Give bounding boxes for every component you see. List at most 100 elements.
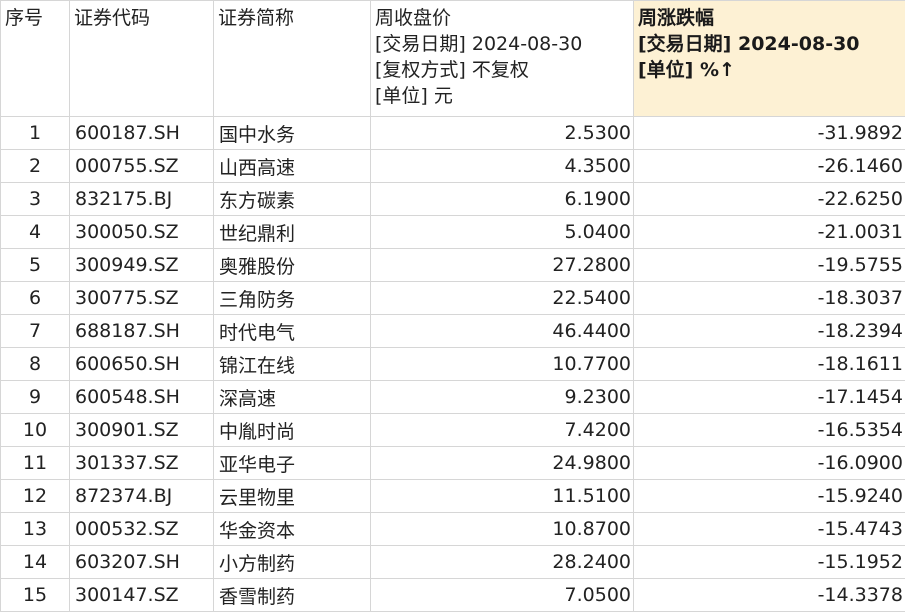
row-index-cell[interactable]: 2	[1, 150, 70, 183]
weekly-change-cell[interactable]: -31.9892	[634, 117, 905, 150]
security-name-cell[interactable]: 锦江在线	[214, 348, 371, 381]
weekly-change-cell[interactable]: -22.6250	[634, 183, 905, 216]
header-index-label: 序号	[5, 5, 65, 31]
security-code-cell[interactable]: 600548.SH	[70, 381, 214, 414]
weekly-change-cell[interactable]: -16.0900	[634, 447, 905, 480]
table-row[interactable]: 11301337.SZ亚华电子24.9800-16.0900	[1, 447, 905, 480]
close-price-cell[interactable]: 4.3500	[371, 150, 634, 183]
security-name-cell[interactable]: 山西高速	[214, 150, 371, 183]
security-code-cell[interactable]: 301337.SZ	[70, 447, 214, 480]
header-row: 序号 证券代码 证券简称 周收盘价 [交易日期] 2024-08-30 [复权方…	[1, 1, 905, 117]
table-row[interactable]: 14603207.SH小方制药28.2400-15.1952	[1, 546, 905, 579]
row-index-cell[interactable]: 6	[1, 282, 70, 315]
close-price-cell[interactable]: 27.2800	[371, 249, 634, 282]
security-name-cell[interactable]: 国中水务	[214, 117, 371, 150]
security-name-cell[interactable]: 小方制药	[214, 546, 371, 579]
header-change-title: 周涨跌幅	[638, 5, 901, 31]
weekly-change-cell[interactable]: -15.1952	[634, 546, 905, 579]
security-code-cell[interactable]: 872374.BJ	[70, 480, 214, 513]
security-code-cell[interactable]: 603207.SH	[70, 546, 214, 579]
row-index-cell[interactable]: 1	[1, 117, 70, 150]
close-price-cell[interactable]: 22.5400	[371, 282, 634, 315]
security-name-cell[interactable]: 奥雅股份	[214, 249, 371, 282]
row-index-cell[interactable]: 13	[1, 513, 70, 546]
table-row[interactable]: 6300775.SZ三角防务22.5400-18.3037	[1, 282, 905, 315]
security-code-cell[interactable]: 600187.SH	[70, 117, 214, 150]
security-code-cell[interactable]: 300901.SZ	[70, 414, 214, 447]
security-code-cell[interactable]: 300775.SZ	[70, 282, 214, 315]
weekly-change-cell[interactable]: -17.1454	[634, 381, 905, 414]
close-price-cell[interactable]: 28.2400	[371, 546, 634, 579]
security-code-cell[interactable]: 000532.SZ	[70, 513, 214, 546]
row-index-cell[interactable]: 10	[1, 414, 70, 447]
security-name-cell[interactable]: 东方碳素	[214, 183, 371, 216]
close-price-cell[interactable]: 10.7700	[371, 348, 634, 381]
weekly-change-cell[interactable]: -15.9240	[634, 480, 905, 513]
security-code-cell[interactable]: 000755.SZ	[70, 150, 214, 183]
row-index-cell[interactable]: 4	[1, 216, 70, 249]
close-price-cell[interactable]: 9.2300	[371, 381, 634, 414]
table-row[interactable]: 8600650.SH锦江在线10.7700-18.1611	[1, 348, 905, 381]
weekly-change-cell[interactable]: -18.2394	[634, 315, 905, 348]
header-close-title: 周收盘价	[375, 5, 629, 31]
row-index-cell[interactable]: 11	[1, 447, 70, 480]
table-row[interactable]: 7688187.SH时代电气46.4400-18.2394	[1, 315, 905, 348]
close-price-cell[interactable]: 6.1900	[371, 183, 634, 216]
table-row[interactable]: 1600187.SH国中水务2.5300-31.9892	[1, 117, 905, 150]
security-name-cell[interactable]: 亚华电子	[214, 447, 371, 480]
security-name-cell[interactable]: 三角防务	[214, 282, 371, 315]
weekly-change-cell[interactable]: -18.3037	[634, 282, 905, 315]
header-index[interactable]: 序号	[1, 1, 70, 117]
security-name-cell[interactable]: 云里物里	[214, 480, 371, 513]
header-close-price[interactable]: 周收盘价 [交易日期] 2024-08-30 [复权方式] 不复权 [单位] 元	[371, 1, 634, 117]
close-price-cell[interactable]: 5.0400	[371, 216, 634, 249]
header-close-date: [交易日期] 2024-08-30	[375, 31, 629, 57]
close-price-cell[interactable]: 24.9800	[371, 447, 634, 480]
table-row[interactable]: 9600548.SH深高速9.2300-17.1454	[1, 381, 905, 414]
table-row[interactable]: 10300901.SZ中胤时尚7.4200-16.5354	[1, 414, 905, 447]
weekly-change-cell[interactable]: -19.5755	[634, 249, 905, 282]
weekly-change-cell[interactable]: -21.0031	[634, 216, 905, 249]
table-row[interactable]: 5300949.SZ奥雅股份27.2800-19.5755	[1, 249, 905, 282]
close-price-cell[interactable]: 11.5100	[371, 480, 634, 513]
security-name-cell[interactable]: 深高速	[214, 381, 371, 414]
close-price-cell[interactable]: 46.4400	[371, 315, 634, 348]
header-change-date: [交易日期] 2024-08-30	[638, 31, 901, 57]
header-change-unit: [单位] %↑	[638, 57, 901, 83]
header-name-label: 证券简称	[218, 5, 366, 31]
security-name-cell[interactable]: 华金资本	[214, 513, 371, 546]
security-code-cell[interactable]: 832175.BJ	[70, 183, 214, 216]
table-row[interactable]: 3832175.BJ东方碳素6.1900-22.6250	[1, 183, 905, 216]
security-code-cell[interactable]: 688187.SH	[70, 315, 214, 348]
row-index-cell[interactable]: 14	[1, 546, 70, 579]
table-row[interactable]: 4300050.SZ世纪鼎利5.0400-21.0031	[1, 216, 905, 249]
header-weekly-change[interactable]: 周涨跌幅 [交易日期] 2024-08-30 [单位] %↑	[634, 1, 905, 117]
weekly-change-cell[interactable]: -18.1611	[634, 348, 905, 381]
row-index-cell[interactable]: 12	[1, 480, 70, 513]
security-code-cell[interactable]: 300050.SZ	[70, 216, 214, 249]
security-code-cell[interactable]: 600650.SH	[70, 348, 214, 381]
stock-table: 序号 证券代码 证券简称 周收盘价 [交易日期] 2024-08-30 [复权方…	[0, 0, 905, 612]
table-row[interactable]: 13000532.SZ华金资本10.8700-15.4743	[1, 513, 905, 546]
header-code[interactable]: 证券代码	[70, 1, 214, 117]
weekly-change-cell[interactable]: -16.5354	[634, 414, 905, 447]
header-name[interactable]: 证券简称	[214, 1, 371, 117]
table-row[interactable]: 12872374.BJ云里物里11.5100-15.9240	[1, 480, 905, 513]
row-index-cell[interactable]: 9	[1, 381, 70, 414]
close-price-cell[interactable]: 2.5300	[371, 117, 634, 150]
security-name-cell[interactable]: 世纪鼎利	[214, 216, 371, 249]
row-index-cell[interactable]: 3	[1, 183, 70, 216]
security-name-cell[interactable]: 中胤时尚	[214, 414, 371, 447]
security-code-cell[interactable]: 300949.SZ	[70, 249, 214, 282]
security-name-cell[interactable]: 时代电气	[214, 315, 371, 348]
weekly-change-cell[interactable]: -15.4743	[634, 513, 905, 546]
row-index-cell[interactable]: 5	[1, 249, 70, 282]
row-index-cell[interactable]: 7	[1, 315, 70, 348]
close-price-cell[interactable]: 10.8700	[371, 513, 634, 546]
table-row[interactable]: 2000755.SZ山西高速4.3500-26.1460	[1, 150, 905, 183]
header-close-unit: [单位] 元	[375, 83, 629, 109]
header-close-adjust: [复权方式] 不复权	[375, 57, 629, 83]
close-price-cell[interactable]: 7.4200	[371, 414, 634, 447]
row-index-cell[interactable]: 8	[1, 348, 70, 381]
weekly-change-cell[interactable]: -26.1460	[634, 150, 905, 183]
